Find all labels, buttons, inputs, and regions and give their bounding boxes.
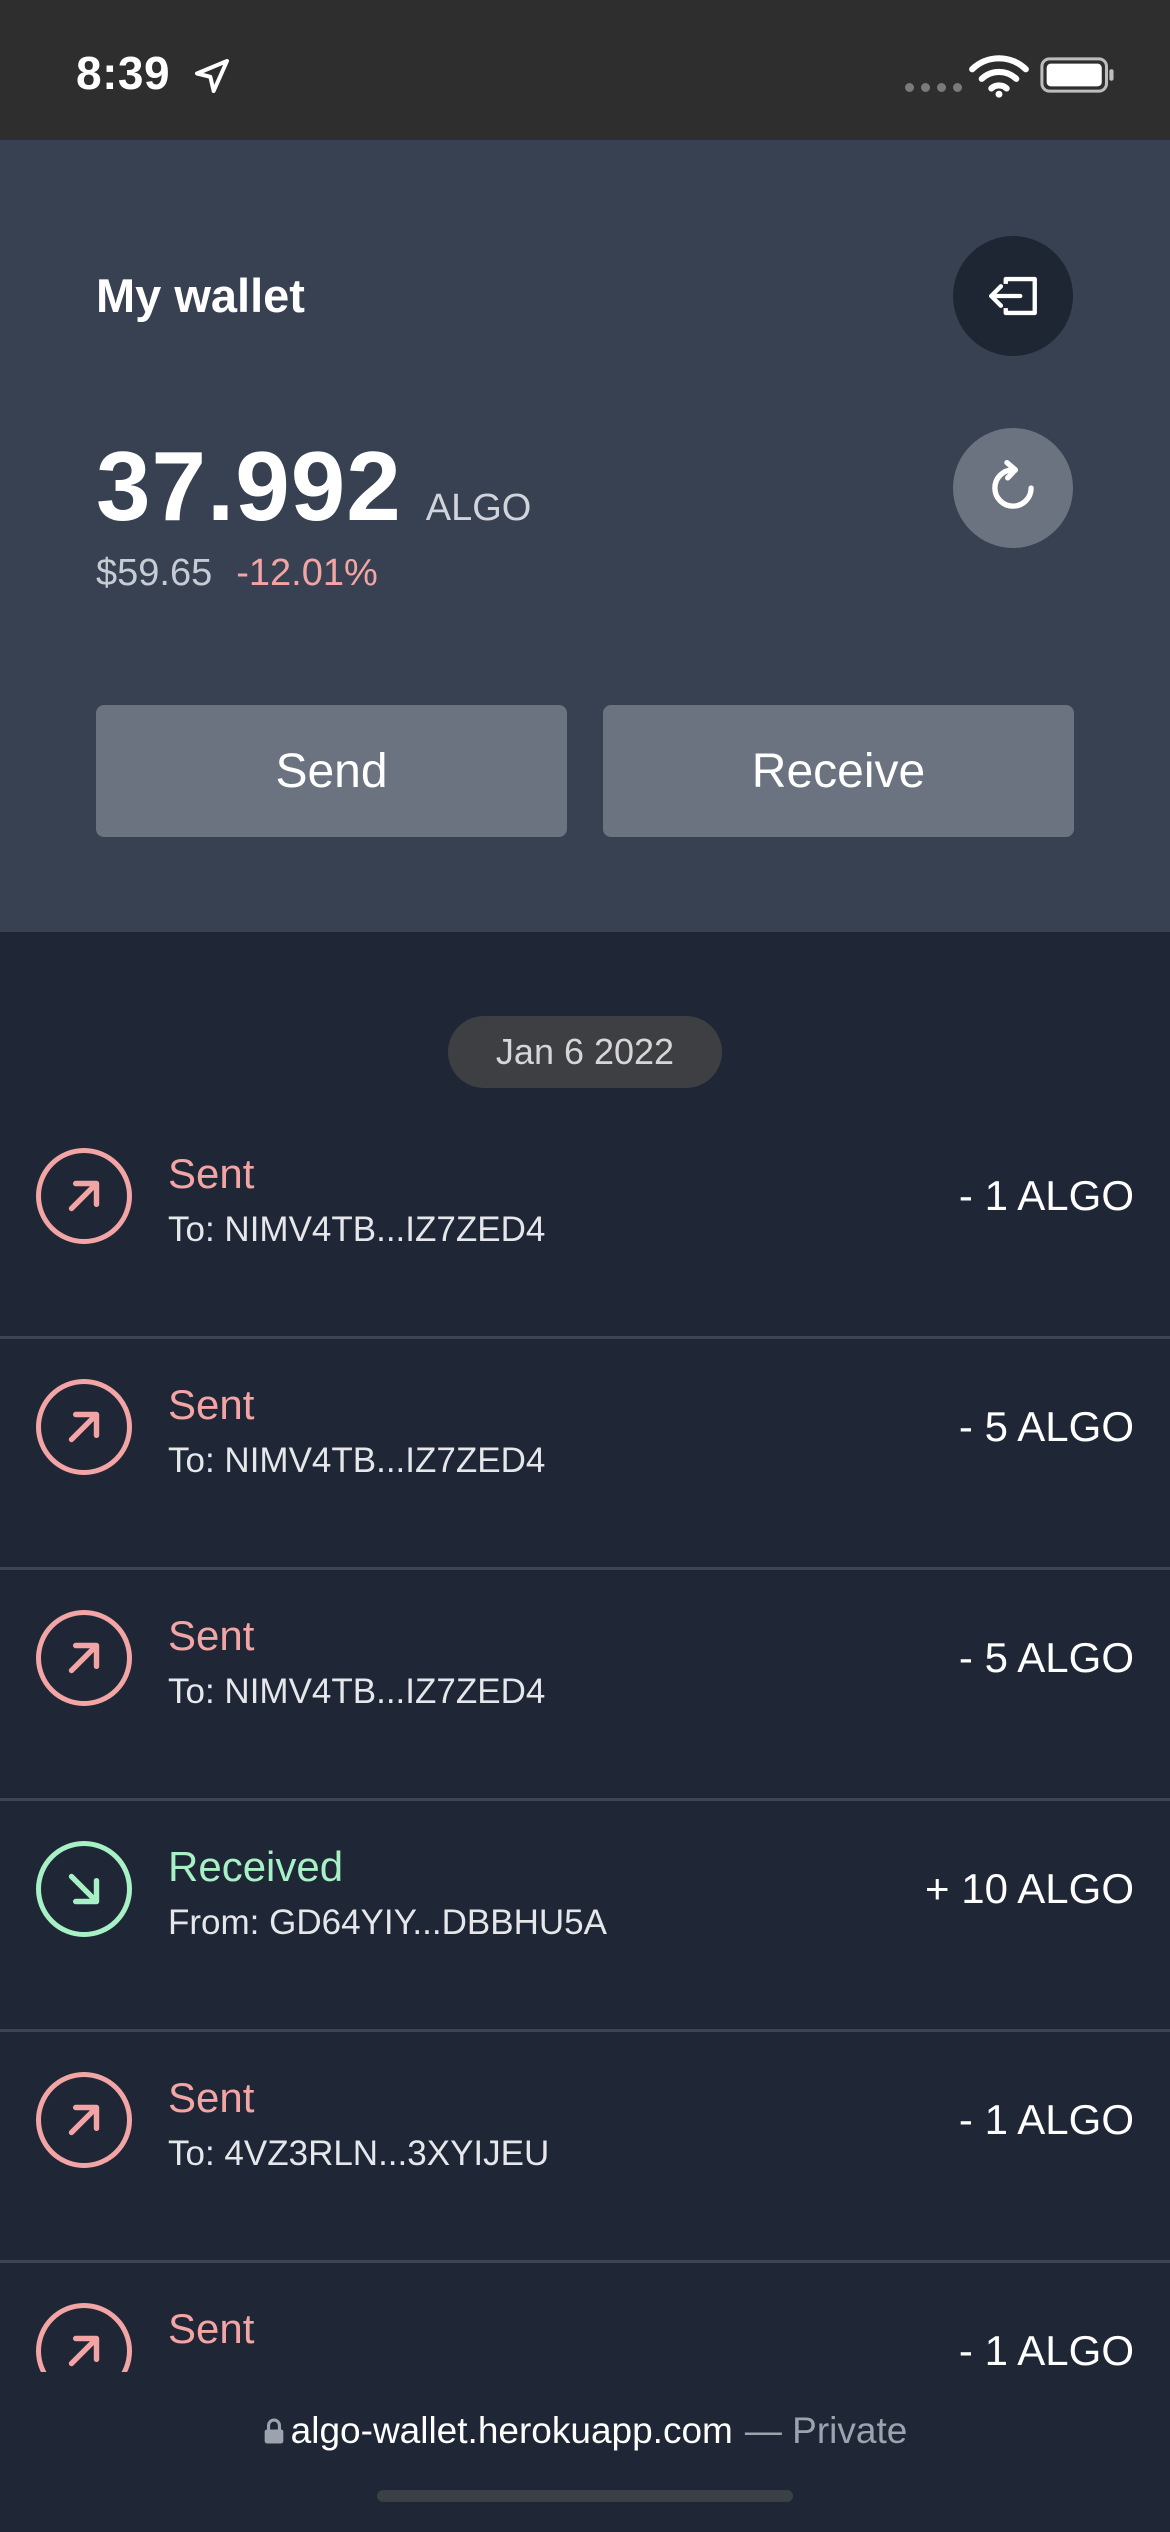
transaction-row[interactable]: Sent To: NIMV4TB...IZ7ZED4 - 5 ALGO [0, 1570, 1170, 1801]
refresh-button[interactable] [953, 428, 1073, 548]
transaction-row[interactable]: Sent To: NIMV4TB...IZ7ZED4 - 5 ALGO [0, 1339, 1170, 1570]
transaction-amount: - 5 ALGO [958, 1403, 1134, 1450]
transaction-counterparty: To: 4VZ3RLN...3XYIJEU [168, 2134, 550, 2173]
fiat-value: $59.65 [96, 552, 213, 594]
status-bar: 8:39 [0, 0, 1170, 140]
wallet-summary-panel: My wallet 37.992 ALGO $59.65 -12.01% Sen… [0, 140, 1170, 932]
price-change: -12.01% [236, 552, 378, 594]
private-label: — Private [744, 2410, 908, 2451]
arrow-up-right-icon [36, 2072, 132, 2168]
status-time: 8:39 [76, 47, 171, 99]
arrow-down-right-icon [36, 1841, 132, 1937]
transaction-type: Sent [168, 2074, 255, 2121]
transaction-type: Sent [168, 2305, 255, 2352]
transaction-amount: + 10 ALGO [925, 1865, 1134, 1912]
fiat-row: $59.65 -12.01% [96, 552, 378, 595]
transaction-type: Received [168, 1843, 344, 1890]
lock-icon [264, 2418, 284, 2444]
date-badge: Jan 6 2022 [448, 1016, 722, 1088]
cellular-signal-icon [905, 83, 962, 92]
balance-unit: ALGO [425, 487, 532, 529]
transaction-counterparty: To: NIMV4TB...IZ7ZED4 [168, 1210, 546, 1249]
wallet-screen: 8:39 My wallet 37.992 ALGO $59.65 -12.01… [0, 0, 1170, 2532]
transaction-counterparty: From: GD64YIY...DBBHU5A [168, 1903, 607, 1942]
transaction-list: Sent To: NIMV4TB...IZ7ZED4 - 1 ALGO Sent… [0, 1108, 1170, 2494]
home-indicator[interactable] [377, 2490, 793, 2502]
transaction-amount: - 5 ALGO [958, 1634, 1134, 1681]
logout-button[interactable] [953, 236, 1073, 356]
send-button[interactable]: Send [96, 705, 567, 837]
url-host: algo-wallet.herokuapp.com [290, 2410, 733, 2451]
balance-row: 37.992 ALGO [96, 430, 531, 543]
location-arrow-icon [195, 59, 229, 93]
battery-icon [1040, 57, 1114, 93]
url-display[interactable]: algo-wallet.herokuapp.com — Private [0, 2410, 1170, 2452]
transaction-amount: - 1 ALGO [958, 2327, 1134, 2374]
wallet-title: My wallet [96, 269, 305, 322]
transaction-amount: - 1 ALGO [958, 1172, 1134, 1219]
transaction-counterparty: To: NIMV4TB...IZ7ZED4 [168, 1441, 546, 1480]
logout-icon [989, 276, 1037, 316]
arrow-up-right-icon [36, 1610, 132, 1706]
balance-amount: 37.992 [96, 431, 402, 541]
transaction-row[interactable]: Sent To: NIMV4TB...IZ7ZED4 - 1 ALGO [0, 1108, 1170, 1339]
transaction-row[interactable]: Received From: GD64YIY...DBBHU5A + 10 AL… [0, 1801, 1170, 2032]
arrow-up-right-icon [36, 1379, 132, 1475]
refresh-icon [992, 459, 1034, 509]
transaction-type: Sent [168, 1612, 255, 1659]
transaction-type: Sent [168, 1381, 255, 1428]
wifi-icon [969, 55, 1029, 98]
transaction-type: Sent [168, 1150, 255, 1197]
browser-address-bar[interactable]: algo-wallet.herokuapp.com — Private [0, 2372, 1170, 2532]
transaction-counterparty: To: NIMV4TB...IZ7ZED4 [168, 1672, 546, 1711]
transaction-row[interactable]: Sent To: 4VZ3RLN...3XYIJEU - 1 ALGO [0, 2032, 1170, 2263]
receive-button[interactable]: Receive [603, 705, 1074, 837]
arrow-up-right-icon [36, 1148, 132, 1244]
transaction-amount: - 1 ALGO [958, 2096, 1134, 2143]
